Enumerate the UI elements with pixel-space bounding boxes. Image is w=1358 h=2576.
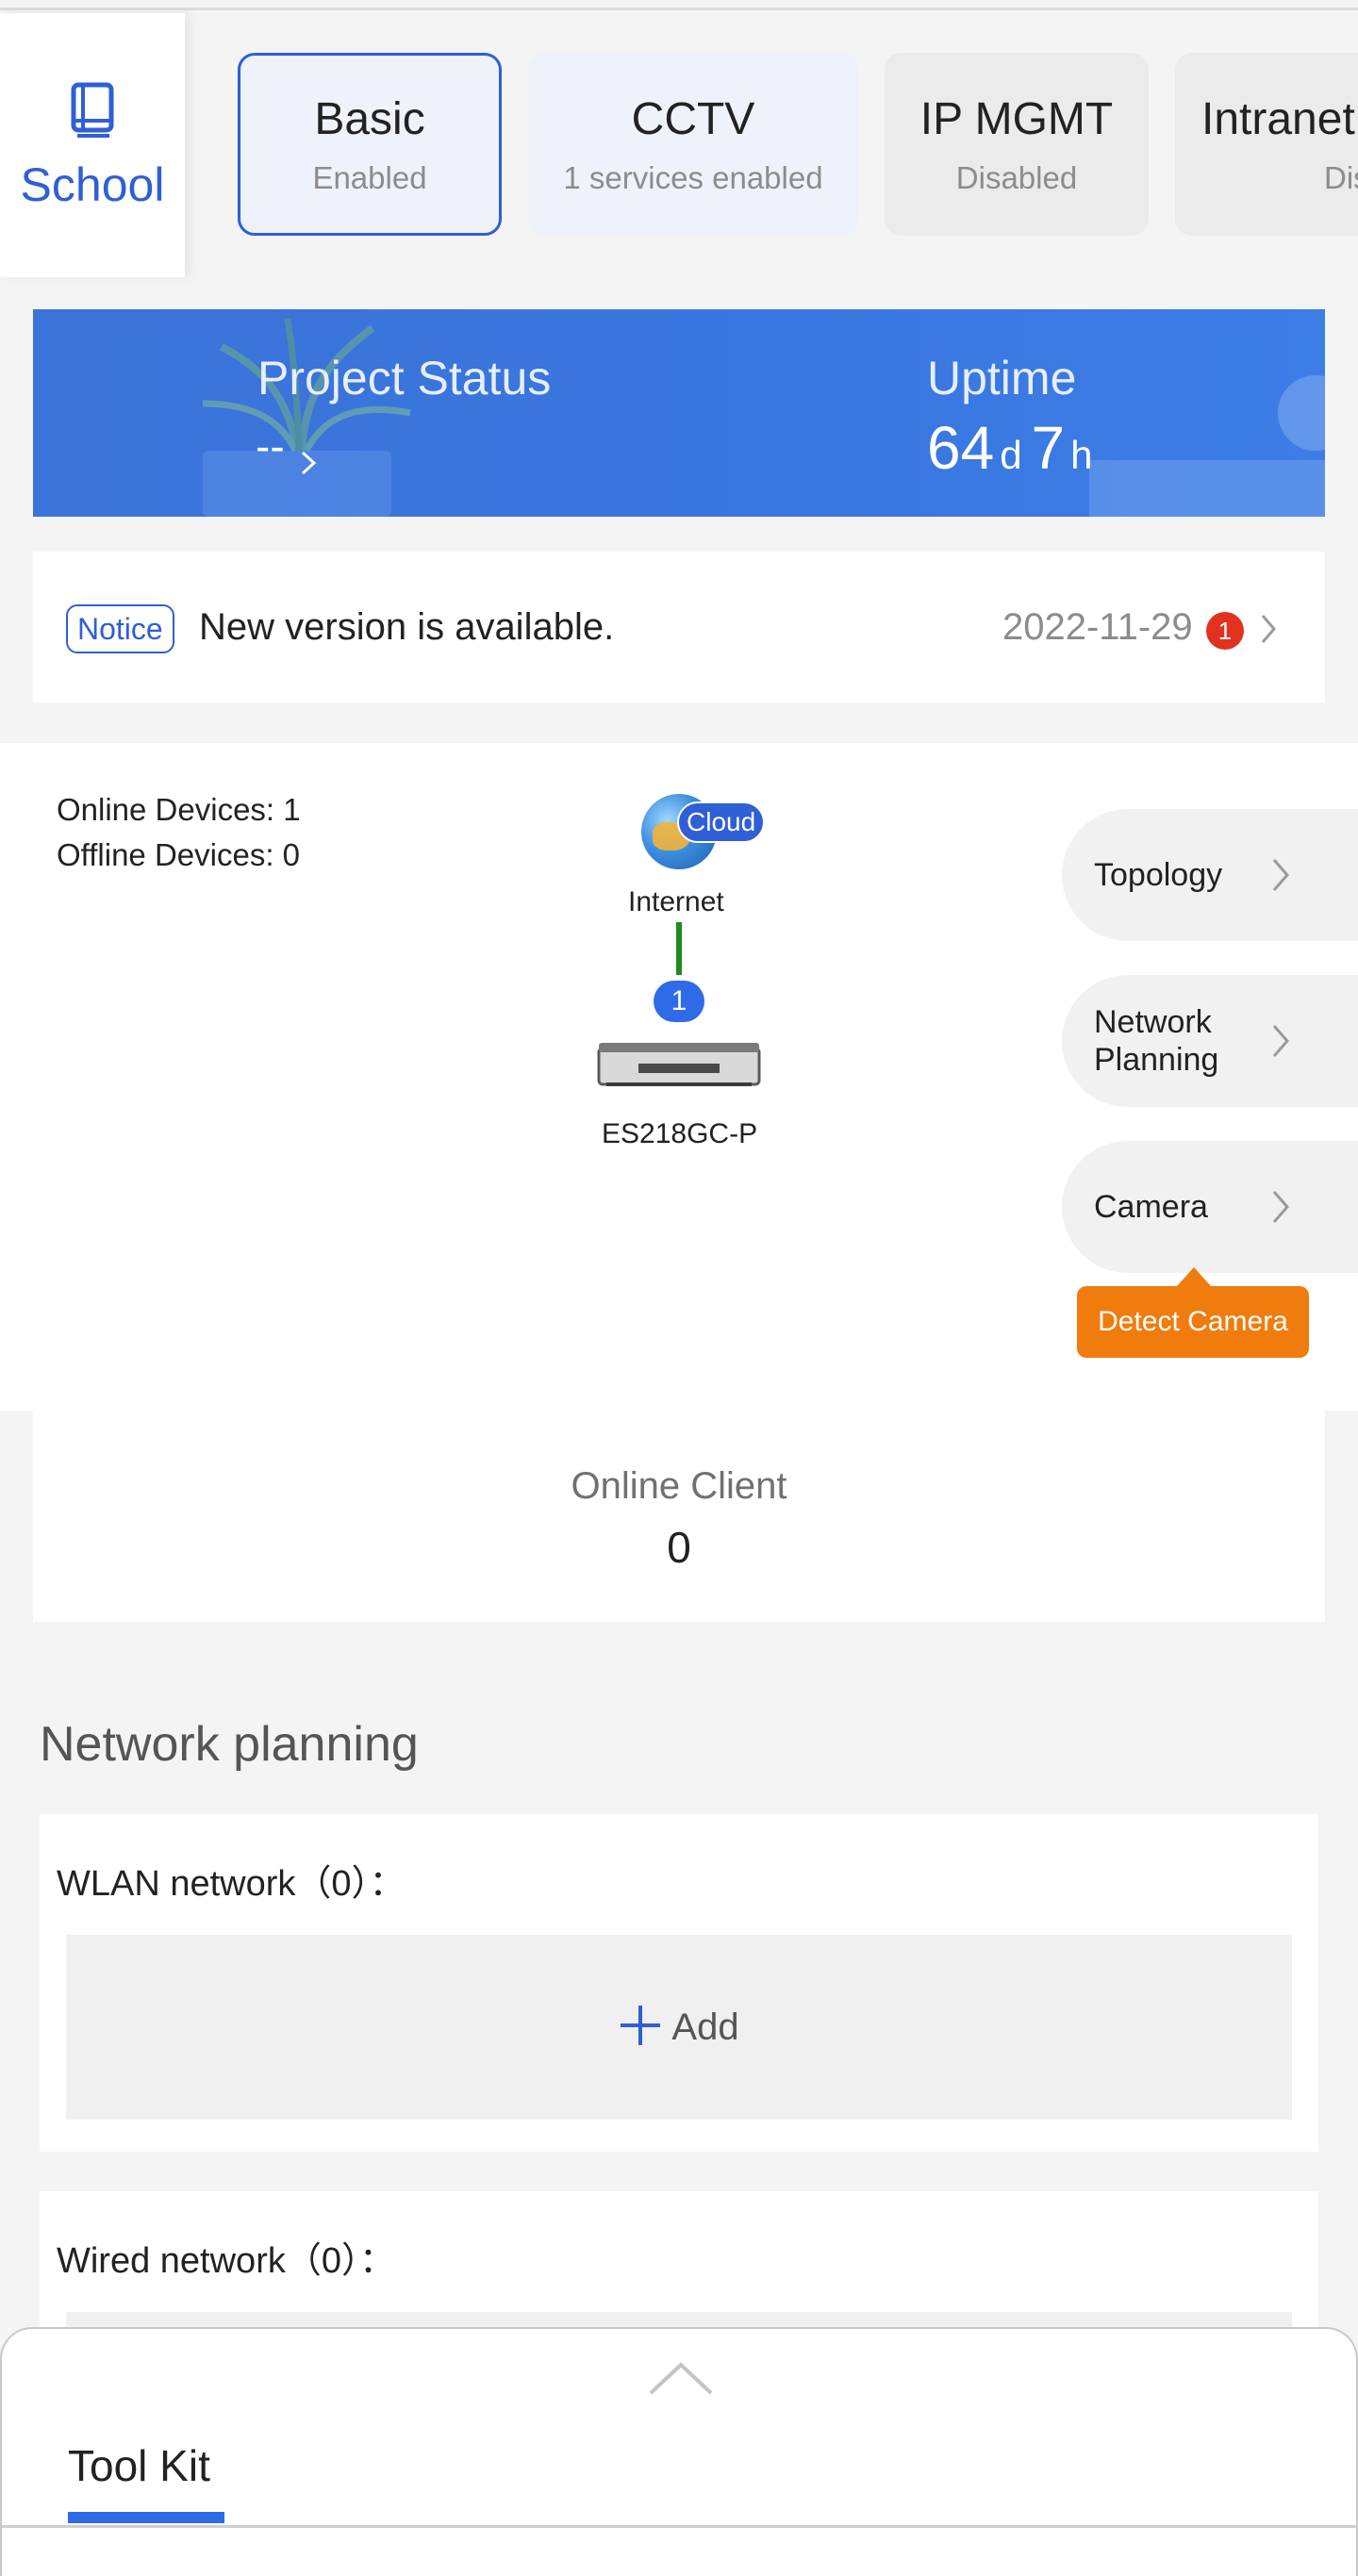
online-client-count: 0	[667, 1523, 691, 1572]
add-wlan-button[interactable]: Add	[66, 1935, 1292, 2120]
notice-text: New version is available.	[199, 606, 615, 648]
switch-icon[interactable]	[597, 1041, 761, 1088]
chevron-right-icon	[1271, 1022, 1290, 1065]
scene-name: CCTV	[631, 93, 755, 144]
scene-name: IP MGMT	[919, 93, 1114, 144]
internet-label: Internet	[628, 886, 724, 917]
sheet-divider	[2, 2525, 1358, 2528]
notice-count-badge: 1	[1206, 612, 1244, 650]
online-devices-count: Online Devices: 1	[57, 792, 301, 827]
uptime-days: 64	[927, 414, 995, 482]
uptime-days-unit: d	[1000, 433, 1022, 477]
scene-name: Basic	[314, 93, 425, 144]
book-icon	[62, 79, 123, 144]
scene-tab-basic[interactable]: Basic Enabled	[238, 53, 502, 236]
uplink-line	[676, 922, 682, 975]
scene-status: Disabled	[955, 159, 1078, 195]
wlan-network-title: WLAN network（0）：	[57, 1864, 406, 1904]
scene-tab-intranet[interactable]: Intranet Disa	[1175, 53, 1358, 236]
scene-tab-ip-mgmt[interactable]: IP MGMT Disabled	[885, 53, 1149, 236]
project-selector[interactable]: School	[0, 13, 185, 277]
scene-tab-bar: School Basic Enabled CCTV 1 services ena…	[0, 0, 1358, 277]
camera-button[interactable]: Camera	[1062, 1141, 1358, 1273]
toolkit-sheet[interactable]: Tool Kit	[0, 2327, 1358, 2576]
detect-camera-button[interactable]: Detect Camera	[1077, 1286, 1309, 1358]
scene-status: 1 services enabled	[563, 159, 823, 195]
uptime-hours: 7	[1031, 414, 1066, 482]
router-illustration	[1089, 375, 1325, 517]
add-wired-area[interactable]	[66, 2312, 1292, 2327]
chevron-right-icon	[1259, 612, 1278, 651]
topology-button[interactable]: Topology	[1062, 809, 1358, 941]
scene-status: Enabled	[312, 159, 427, 195]
device-overview: Online Devices: 1 Offline Devices: 0 Clo…	[0, 743, 1358, 1411]
network-planning-label-line1: Network	[1094, 1004, 1212, 1040]
network-planning-label-line2: Planning	[1094, 1042, 1219, 1078]
network-planning-heading: Network planning	[40, 1717, 419, 1772]
online-client-label: Online Client	[571, 1465, 787, 1507]
chevron-right-icon[interactable]	[299, 449, 318, 482]
project-status-value[interactable]: --	[256, 421, 285, 471]
online-client-card[interactable]: Online Client 0	[33, 1411, 1325, 1622]
network-planning-button[interactable]: Network Planning	[1062, 975, 1358, 1107]
plus-icon	[619, 2004, 662, 2052]
status-banner: Project Status -- Uptime 64 d 7 h	[33, 309, 1325, 517]
cloud-chip: Cloud	[677, 801, 766, 843]
project-status-label: Project Status	[257, 352, 552, 405]
device-count-badge: 1	[654, 981, 704, 1022]
chevron-right-icon	[1271, 856, 1290, 899]
wired-network-card: Wired network（0）：	[40, 2191, 1318, 2327]
scene-name: Intranet	[1201, 93, 1355, 144]
wired-network-title: Wired network（0）：	[57, 2241, 395, 2281]
detect-camera-pointer	[1177, 1267, 1211, 1286]
notice-date: 2022-11-29	[1002, 606, 1193, 648]
top-divider	[0, 8, 1358, 10]
notice-tag: Notice	[66, 604, 174, 653]
uptime-label: Uptime	[927, 352, 1077, 405]
plant-illustration	[202, 318, 411, 517]
switch-model-label: ES218GC-P	[602, 1118, 758, 1149]
wlan-network-card: WLAN network（0）： Add	[40, 1814, 1318, 2152]
camera-label: Camera	[1094, 1189, 1208, 1225]
chevron-right-icon	[1271, 1188, 1290, 1230]
scene-status: Disa	[1324, 159, 1358, 195]
uptime-hours-unit: h	[1070, 433, 1093, 477]
tab-tool-kit[interactable]: Tool Kit	[68, 2440, 210, 2491]
offline-devices-count: Offline Devices: 0	[57, 837, 301, 872]
uptime-value: 64 d 7 h	[927, 413, 1102, 483]
notice-bar[interactable]: Notice New version is available. 2022-11…	[33, 552, 1325, 702]
chevron-up-icon[interactable]	[647, 2359, 715, 2402]
scene-tab-cctv[interactable]: CCTV 1 services enabled	[528, 53, 858, 236]
add-label: Add	[671, 2006, 739, 2048]
project-name: School	[20, 157, 165, 211]
active-tab-indicator	[68, 2512, 224, 2523]
topology-label: Topology	[1094, 857, 1223, 893]
